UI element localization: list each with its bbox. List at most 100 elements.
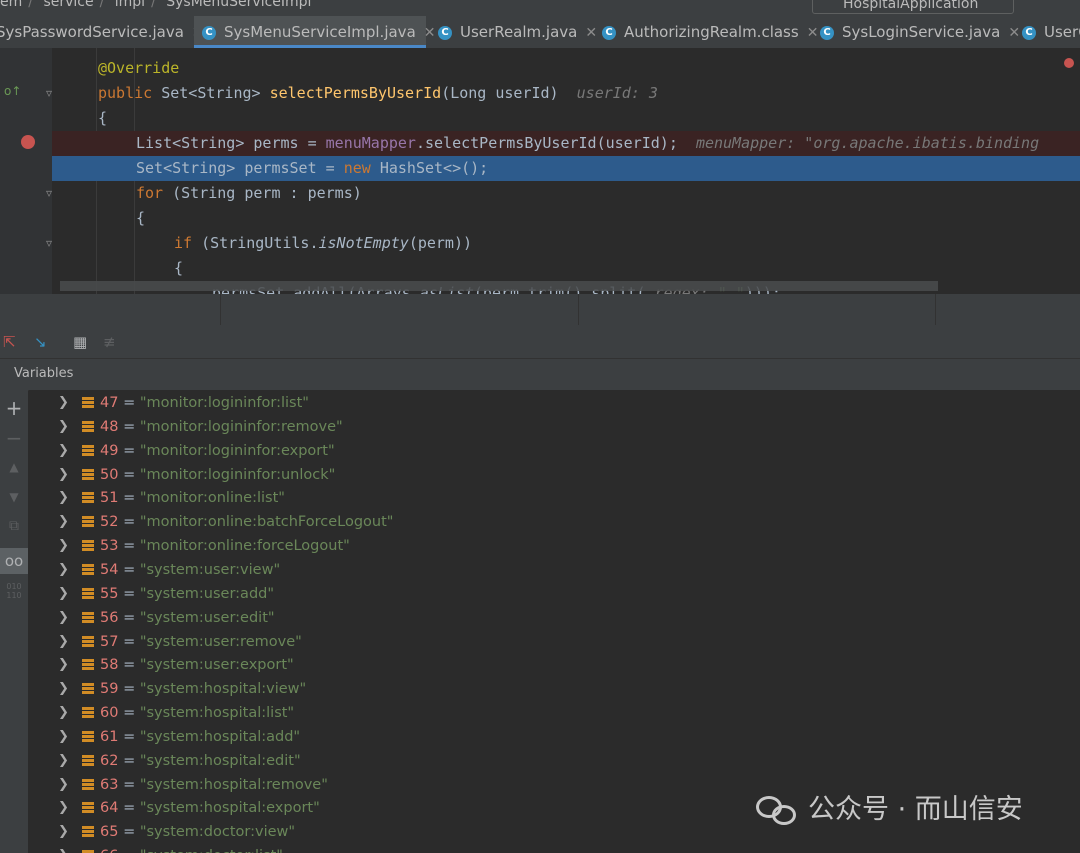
- variable-value: "system:hospital:export": [139, 800, 320, 817]
- variable-index: 53: [100, 538, 119, 555]
- tab-user[interactable]: CUserC: [1014, 16, 1080, 48]
- override-marker-icon[interactable]: o↑: [4, 84, 21, 98]
- equals-sign: =: [123, 800, 136, 817]
- breadcrumb-item[interactable]: SysMenuServiceImpl: [166, 0, 311, 10]
- variable-row[interactable]: ❯ 48 = "monitor:logininfor:remove": [28, 415, 1080, 439]
- expand-chevron-icon[interactable]: ❯: [58, 701, 69, 725]
- expand-chevron-icon[interactable]: ❯: [58, 486, 69, 510]
- variable-index: 60: [100, 705, 119, 722]
- compare-icon[interactable]: ≢: [103, 333, 116, 351]
- horizontal-scrollbar[interactable]: [60, 281, 938, 291]
- glasses-icon[interactable]: oo: [0, 548, 28, 574]
- run-configuration-select[interactable]: HospitalApplication: [812, 0, 1014, 14]
- expand-chevron-icon[interactable]: ❯: [58, 606, 69, 630]
- expand-chevron-icon[interactable]: ❯: [58, 677, 69, 701]
- array-element-icon: [82, 492, 94, 504]
- variable-row[interactable]: ❯ 58 = "system:user:export": [28, 653, 1080, 677]
- tab-syspasswordservice[interactable]: SysPasswordService.java✕: [0, 16, 204, 48]
- variable-row[interactable]: ❯ 55 = "system:user:add": [28, 582, 1080, 606]
- expand-chevron-icon[interactable]: ❯: [58, 749, 69, 773]
- breadcrumb-item[interactable]: impl: [115, 0, 145, 10]
- variable-row[interactable]: ❯ 54 = "system:user:view": [28, 558, 1080, 582]
- variable-row[interactable]: ❯ 66 = "system:doctor:list": [28, 844, 1080, 853]
- breadcrumb: em / service / impl / SysMenuServiceImpl: [0, 0, 311, 10]
- expand-chevron-icon[interactable]: ❯: [58, 391, 69, 415]
- tab-sysloginservice[interactable]: C SysLoginService.java ✕: [812, 16, 1020, 48]
- variable-row[interactable]: ❯ 51 = "monitor:online:list": [28, 486, 1080, 510]
- expand-chevron-icon[interactable]: ❯: [58, 844, 69, 853]
- variable-row[interactable]: ❯ 49 = "monitor:logininfor:export": [28, 439, 1080, 463]
- variable-index: 64: [100, 800, 119, 817]
- step-out-icon[interactable]: ↘: [34, 333, 47, 351]
- array-element-icon: [82, 397, 94, 408]
- code-editor[interactable]: o↑ ▿ ▿ ▿ @Override public Set<String> se…: [0, 48, 1080, 294]
- tab-userrealm[interactable]: C UserRealm.java ✕: [430, 16, 597, 48]
- equals-sign: =: [123, 442, 136, 459]
- variable-index: 47: [100, 395, 119, 411]
- move-down-icon[interactable]: ▼: [0, 490, 28, 504]
- expand-chevron-icon[interactable]: ❯: [58, 463, 69, 487]
- expand-chevron-icon[interactable]: ❯: [58, 534, 69, 558]
- expand-chevron-icon[interactable]: ❯: [58, 725, 69, 749]
- add-watch-icon[interactable]: +: [0, 396, 28, 420]
- equals-sign: =: [123, 633, 136, 650]
- move-up-icon[interactable]: ▲: [0, 460, 28, 474]
- variable-index: 66: [100, 848, 118, 853]
- expand-chevron-icon[interactable]: ❯: [58, 439, 69, 463]
- variable-index: 56: [100, 609, 119, 626]
- equals-sign: =: [123, 490, 136, 507]
- equals-sign: =: [123, 752, 136, 769]
- expand-chevron-icon[interactable]: ❯: [58, 653, 69, 677]
- variable-index: 65: [100, 824, 119, 841]
- copy-icon[interactable]: ⧉: [0, 518, 28, 534]
- expand-chevron-icon[interactable]: ❯: [58, 820, 69, 844]
- variable-row[interactable]: ❯ 56 = "system:user:edit": [28, 606, 1080, 630]
- variables-side-toolbar: + − ▲ ▼ ⧉ oo 010 110: [0, 390, 29, 853]
- variable-row[interactable]: ❯ 57 = "system:user:remove": [28, 630, 1080, 654]
- variable-index: 62: [100, 752, 119, 769]
- tab-sysmenuserviceimpl[interactable]: C SysMenuServiceImpl.java ✕: [194, 16, 436, 48]
- equals-sign: =: [123, 657, 136, 674]
- equals-sign: =: [123, 538, 136, 555]
- equals-sign: =: [123, 681, 136, 698]
- variable-row[interactable]: ❯ 53 = "monitor:online:forceLogout": [28, 534, 1080, 558]
- expand-chevron-icon[interactable]: ❯: [58, 630, 69, 654]
- variable-value: "monitor:logininfor:list": [139, 395, 309, 411]
- expand-chevron-icon[interactable]: ❯: [58, 773, 69, 797]
- variable-index: 52: [100, 514, 119, 531]
- variable-row[interactable]: ❯ 61 = "system:hospital:add": [28, 725, 1080, 749]
- remove-watch-icon[interactable]: −: [0, 426, 28, 450]
- variable-index: 54: [100, 561, 119, 578]
- watermark: 公众号 · 而山信安: [756, 786, 1023, 834]
- expand-chevron-icon[interactable]: ❯: [58, 796, 69, 820]
- variable-index: 59: [100, 681, 119, 698]
- variables-tree[interactable]: ❯ 47 = "monitor:logininfor:list" ❯ 48 = "mo…: [28, 391, 1080, 853]
- variable-row[interactable]: ❯ 60 = "system:hospital:list": [28, 701, 1080, 725]
- variable-row[interactable]: ❯ 47 = "monitor:logininfor:list": [28, 391, 1080, 415]
- array-element-icon: [82, 444, 94, 456]
- expand-chevron-icon[interactable]: ❯: [58, 415, 69, 439]
- expand-chevron-icon[interactable]: ❯: [58, 582, 69, 606]
- variable-value: "system:hospital:view": [139, 681, 307, 698]
- array-element-icon: [82, 754, 94, 766]
- restore-layout-icon[interactable]: ⇱: [3, 333, 16, 351]
- breakpoint-icon[interactable]: [21, 135, 35, 149]
- variable-row[interactable]: ❯ 50 = "monitor:logininfor:unlock": [28, 463, 1080, 487]
- variable-value: "system:doctor:view": [139, 824, 296, 841]
- variable-row[interactable]: ❯ 62 = "system:hospital:edit": [28, 749, 1080, 773]
- breadcrumb-item[interactable]: em: [0, 0, 22, 10]
- java-class-icon: C: [602, 25, 616, 40]
- expand-chevron-icon[interactable]: ❯: [58, 558, 69, 582]
- expand-chevron-icon[interactable]: ❯: [58, 510, 69, 534]
- array-element-icon: [82, 683, 94, 695]
- tab-authorizingrealm[interactable]: C AuthorizingRealm.class ✕: [594, 16, 818, 48]
- variable-row[interactable]: ❯ 59 = "system:hospital:view": [28, 677, 1080, 701]
- binary-icon[interactable]: 010 110: [0, 582, 28, 600]
- variable-row[interactable]: ❯ 52 = "monitor:online:batchForceLogout": [28, 510, 1080, 534]
- variables-panel-header: Variables: [0, 359, 1080, 391]
- variable-value: "monitor:online:forceLogout": [139, 538, 350, 555]
- navigation-bar: em / service / impl / SysMenuServiceImpl Ho…: [0, 0, 1080, 16]
- breadcrumb-item[interactable]: service: [43, 0, 93, 10]
- table-view-icon[interactable]: ▦: [73, 333, 87, 351]
- variable-value: "system:hospital:list": [139, 705, 295, 722]
